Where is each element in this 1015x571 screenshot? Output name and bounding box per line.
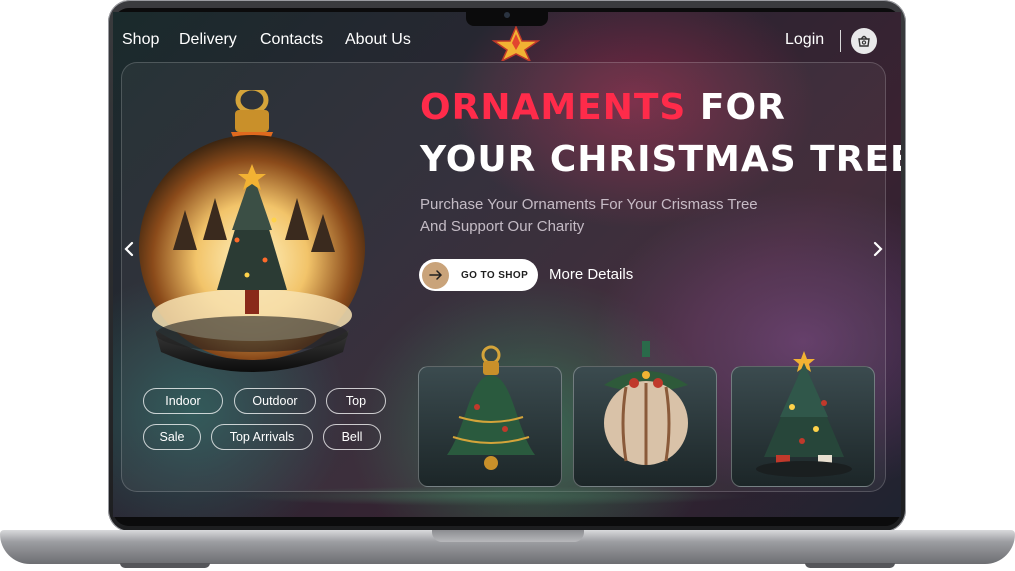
laptop-base-groove [432,530,584,542]
card-floor-decoration [231,486,751,506]
nav-link-delivery[interactable]: Delivery [179,31,237,49]
bell-ornament-image [447,345,535,470]
go-to-shop-button[interactable]: GO TO SHOP [419,259,538,291]
product-card-ball[interactable] [573,341,717,487]
hero-subtitle: Purchase Your Ornaments For Your Crismas… [420,194,840,238]
cta-arrow-badge [422,261,449,289]
category-chip-sale[interactable]: Sale [143,424,201,450]
camera-icon [504,12,510,18]
christmas-tree-ornament-image [756,351,852,477]
star-icon[interactable] [486,25,546,61]
category-chip-bell[interactable]: Bell [323,424,381,450]
ball-ornament-image [604,341,688,465]
hero-title-accent: ORNAMENTS [420,87,687,128]
arrow-right-icon [428,270,442,280]
chevron-left-icon[interactable] [121,238,137,260]
cart-button[interactable] [851,28,877,54]
laptop-foot-right [805,563,895,568]
category-chip-top[interactable]: Top [326,388,386,414]
snow-globe-image [139,90,365,372]
nav-link-contacts[interactable]: Contacts [260,31,323,49]
hero-title-line2: YOUR CHRISTMAS TREE [420,139,901,180]
basket-icon [858,35,870,47]
chevron-right-icon[interactable] [870,238,886,260]
laptop-foot-left [120,563,210,568]
hero-subtitle-line2: And Support Our Charity [420,218,585,235]
product-card-bell[interactable] [418,345,562,487]
hero-title: ORNAMENTS FOR YOUR CHRISTMAS TREE [420,82,901,186]
hero-title-line1: FOR [686,87,786,128]
category-chip-top-arrivals[interactable]: Top Arrivals [211,424,313,450]
nav-divider [840,30,841,52]
category-chip-outdoor[interactable]: Outdoor [234,388,316,414]
category-chip-indoor[interactable]: Indoor [143,388,223,414]
more-details-link[interactable]: More Details [549,266,633,283]
screen: Shop Delivery Contacts About Us Login OR… [113,12,901,517]
product-card-tree[interactable] [731,351,875,487]
nav-link-about-us[interactable]: About Us [345,31,411,49]
login-link[interactable]: Login [785,31,824,49]
hero-subtitle-line1: Purchase Your Ornaments For Your Crismas… [420,196,758,213]
go-to-shop-label: GO TO SHOP [461,269,529,281]
nav-link-shop[interactable]: Shop [122,31,159,49]
